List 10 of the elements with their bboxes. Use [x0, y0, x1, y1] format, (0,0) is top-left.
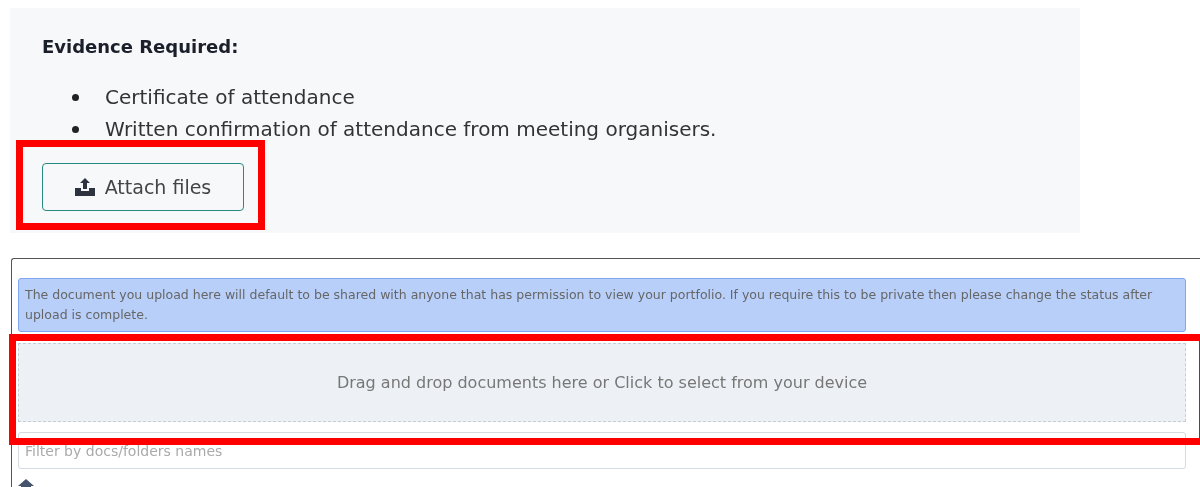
attach-files-button[interactable]: Attach files — [42, 163, 244, 211]
bullet-icon — [72, 93, 79, 101]
sharing-notice: The document you upload here will default to be shared with anyone that has permission to view your portfolio. If you require this to be private then please change the status after upload is complete. — [18, 278, 1186, 332]
evidence-heading: Evidence Required: — [42, 36, 240, 57]
evidence-item: Written confirmation of attendance from meeting organisers. — [105, 117, 717, 141]
filter-field[interactable]: Filter by docs/folders names — [18, 432, 1186, 469]
bullet-icon — [72, 125, 79, 133]
upload-icon — [74, 178, 95, 196]
dropzone[interactable]: Drag and drop documents here or Click to select from your device — [18, 343, 1186, 422]
evidence-item: Certificate of attendance — [105, 85, 355, 109]
